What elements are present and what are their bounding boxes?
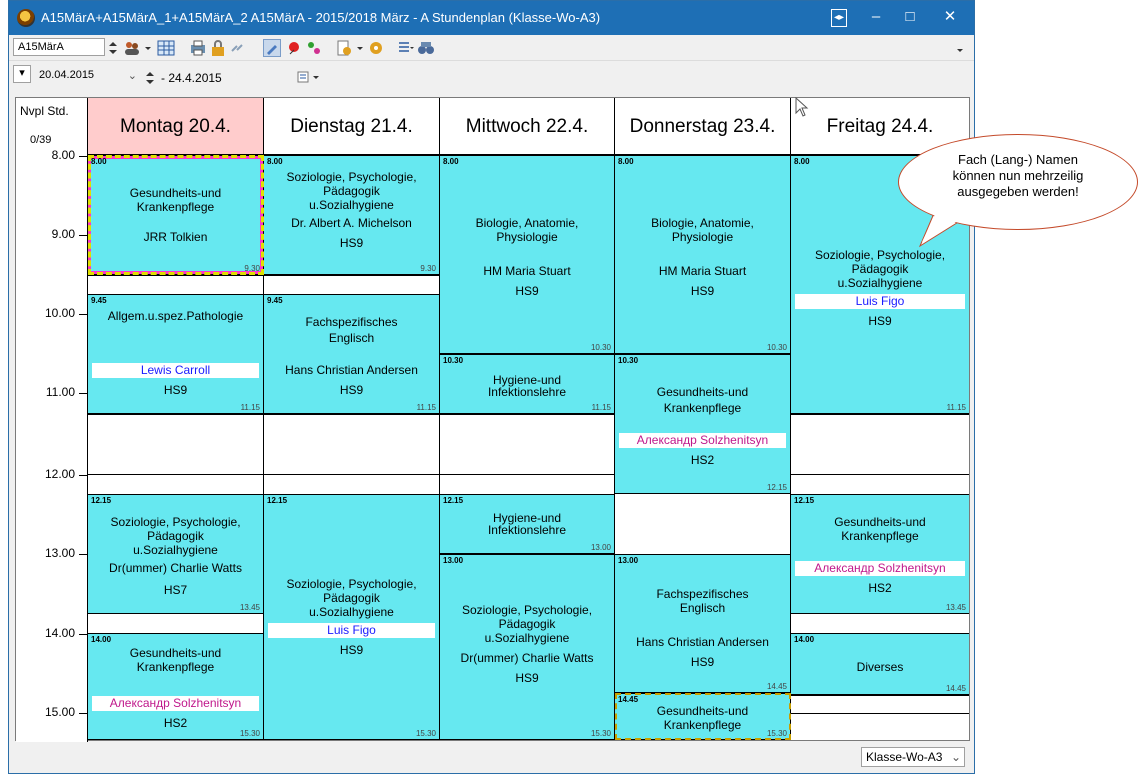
row-divider — [791, 695, 969, 696]
lesson-block[interactable]: 14.45 Gesundheits-und Krankenpflege 15.3… — [615, 693, 791, 740]
callout-bubble: Fach (Lang-) Namen können nun mehrzeilig… — [898, 134, 1138, 248]
mouse-cursor-icon — [795, 96, 809, 117]
window-title: A15MärA+A15MärA_1+A15MärA_2 A15MärA - 20… — [41, 10, 601, 25]
callout-text: Fach (Lang-) Namen können nun mehrzeilig… — [952, 152, 1084, 199]
lesson-block[interactable]: 13.00 Fachspezifisches Englisch Hans Chr… — [615, 554, 791, 693]
lesson-block[interactable]: 12.15 Gesundheits-und Krankenpflege Алек… — [791, 494, 969, 614]
lesson-block[interactable]: 12.15 Soziologie, Psychologie, Pädagogik… — [264, 494, 440, 740]
day-header-wednesday[interactable]: Mittwoch 22.4. — [440, 98, 615, 155]
day-header-monday[interactable]: Montag 20.4. — [88, 98, 264, 155]
pin-marker-icon[interactable] — [285, 39, 303, 57]
toolbar-overflow-icon[interactable] — [955, 39, 965, 57]
time-column: Nvpl Std. 0/39 8.00 9.00 10.00 11.00 12.… — [16, 98, 88, 742]
day-header-thursday[interactable]: Donnerstag 23.4. — [615, 98, 791, 155]
status-bar: Klasse-Wo-A3 ⌄ — [9, 745, 974, 773]
row-divider — [88, 414, 264, 415]
list-filter-icon[interactable] — [397, 39, 415, 57]
date-spin-icon[interactable] — [143, 69, 157, 87]
chevron-down-icon[interactable]: ⌄ — [128, 69, 137, 82]
app-window: A15MärA+A15MärA_1+A15MärA_2 A15MärA - 20… — [8, 0, 975, 774]
row-divider — [88, 474, 614, 475]
lesson-block[interactable]: 10.30 Hygiene-und Infektionslehre 11.15 — [440, 354, 615, 414]
time-tick — [79, 235, 87, 236]
binoculars-icon[interactable] — [417, 39, 435, 57]
time-label: 10.00 — [44, 306, 75, 320]
lesson-block[interactable]: 8.00 Biologie, Anatomie, Physiologie HM … — [615, 155, 791, 354]
edit-pencil-icon[interactable] — [263, 39, 281, 57]
dropdown-arrow-icon[interactable] — [355, 39, 365, 57]
view-options-icon[interactable] — [297, 69, 323, 87]
maximize-button[interactable]: □ — [889, 1, 931, 35]
nvpl-count: 0/39 — [30, 134, 52, 146]
nvpl-label: Nvpl Std. — [20, 104, 69, 118]
time-label: 12.00 — [44, 467, 75, 481]
time-tick — [79, 314, 87, 315]
gear-icon[interactable] — [367, 39, 385, 57]
lesson-block[interactable]: 14.00 Diverses 14.45 — [791, 633, 969, 695]
app-logo-icon — [17, 9, 35, 27]
time-tick — [79, 156, 87, 157]
lesson-block[interactable]: 10.30 Gesundheits-und Krankenpflege Алек… — [615, 354, 791, 494]
lesson-block[interactable]: 9.45 Allgem.u.spez.Pathologie Lewis Carr… — [88, 294, 264, 414]
time-tick — [79, 475, 87, 476]
row-divider — [440, 414, 615, 415]
time-label: 14.00 — [44, 626, 75, 640]
lesson-block[interactable]: 8.00 Gesundheits-und Krankenpflege JRR T… — [88, 155, 264, 275]
lock-icon[interactable] — [209, 39, 227, 57]
row-divider — [791, 414, 969, 415]
view-select[interactable]: Klasse-Wo-A3 ⌄ — [861, 747, 965, 767]
document-settings-icon[interactable] — [335, 39, 353, 57]
grid-table-icon[interactable] — [157, 39, 175, 57]
class-spin-icon[interactable] — [107, 39, 119, 57]
time-label: 13.00 — [44, 546, 75, 560]
date-to-label: - 24.4.2015 — [161, 71, 222, 85]
lesson-block[interactable]: 13.00 Soziologie, Psychologie, Pädagogik… — [440, 554, 615, 740]
lesson-block[interactable]: 12.15 Hygiene-und Infektionslehre 13.00 — [440, 494, 615, 554]
time-tick — [79, 554, 87, 555]
time-tick — [79, 713, 87, 714]
week-back-button[interactable]: ▾ — [13, 65, 31, 83]
title-bar: A15MärA+A15MärA_1+A15MärA_2 A15MärA - 20… — [9, 1, 974, 35]
time-label: 9.00 — [51, 227, 75, 241]
close-button[interactable]: ✕ — [929, 1, 971, 35]
lesson-block[interactable]: 12.15 Soziologie, Psychologie, Pädagogik… — [88, 494, 264, 614]
print-icon[interactable] — [189, 39, 207, 57]
time-label: 11.00 — [45, 385, 75, 399]
class-select[interactable]: A15MärA — [13, 38, 105, 56]
time-tick — [79, 634, 87, 635]
teachers-icon[interactable] — [123, 39, 141, 57]
main-toolbar: A15MärA — [9, 35, 974, 61]
day-header-tuesday[interactable]: Dienstag 21.4. — [264, 98, 440, 155]
time-label: 15.00 — [44, 705, 75, 719]
link-icon[interactable] — [229, 39, 247, 57]
time-label: 8.00 — [51, 148, 75, 162]
lesson-block[interactable]: 9.45 Fachspezifisches Englisch Hans Chri… — [264, 294, 440, 414]
lesson-block[interactable]: 14.00 Gesundheits-und Krankenpflege Алек… — [88, 633, 264, 740]
chevron-down-icon[interactable]: ⌄ — [951, 750, 961, 764]
date-toolbar: ▾ 20.04.2015 ⌄ - 24.4.2015 — [9, 63, 974, 91]
users-color-icon[interactable] — [305, 39, 323, 57]
time-tick — [79, 393, 87, 394]
lesson-block[interactable]: 8.00 Soziologie, Psychologie, Pädagogik … — [264, 155, 440, 275]
split-view-icon[interactable]: ◂▸ — [831, 9, 847, 27]
row-divider — [264, 414, 440, 415]
lesson-block[interactable]: 8.00 Biologie, Anatomie, Physiologie HM … — [440, 155, 615, 354]
row-divider — [791, 474, 969, 475]
timetable-grid: Nvpl Std. 0/39 8.00 9.00 10.00 11.00 12.… — [15, 97, 970, 742]
dropdown-arrow-icon[interactable] — [143, 39, 153, 57]
date-from-field[interactable]: 20.04.2015 ⌄ — [35, 67, 139, 87]
row-divider — [791, 713, 969, 714]
